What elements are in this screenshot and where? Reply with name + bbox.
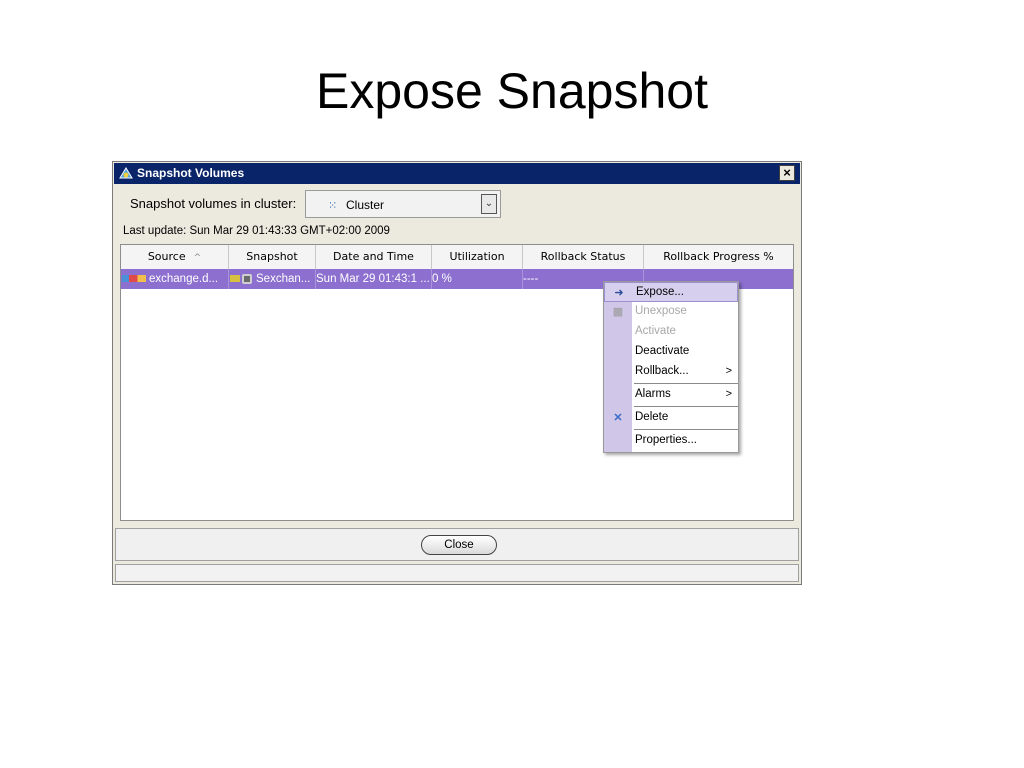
- column-header-date-time[interactable]: Date and Time: [316, 245, 432, 269]
- cell-snapshot: Sexchan...: [229, 269, 316, 289]
- menu-item-label: Activate: [635, 325, 676, 337]
- window-title: Snapshot Volumes: [137, 166, 245, 180]
- close-icon[interactable]: ×: [779, 165, 795, 181]
- menu-item-label: Expose...: [636, 286, 684, 298]
- delete-icon: ✕: [613, 412, 623, 424]
- menu-item-label: Unexpose: [635, 305, 687, 317]
- menu-separator: [634, 383, 738, 384]
- menu-item-label: Rollback...: [635, 365, 689, 377]
- menu-item-delete[interactable]: ✕ Delete: [604, 408, 738, 428]
- chevron-down-icon[interactable]: ⌄: [481, 194, 497, 214]
- cluster-select[interactable]: ⁙ Cluster ⌄: [305, 190, 501, 218]
- table-header: Source ^ Snapshot Date and Time Utilizati…: [121, 245, 793, 270]
- cell-source: exchange.d...: [121, 269, 229, 289]
- menu-item-properties[interactable]: Properties...: [604, 431, 738, 451]
- menu-item-alarms[interactable]: Alarms >: [604, 385, 738, 405]
- slide-title: Expose Snapshot: [316, 63, 708, 119]
- menu-item-label: Alarms: [635, 388, 671, 400]
- cell-date-time: Sun Mar 29 01:43:1 ...: [316, 269, 432, 289]
- column-header-snapshot[interactable]: Snapshot: [229, 245, 316, 269]
- cluster-select-value: Cluster: [346, 198, 385, 212]
- app-icon: [119, 167, 133, 179]
- menu-separator: [634, 406, 738, 407]
- snapshot-icon: [242, 273, 252, 284]
- cluster-label: Snapshot volumes in cluster:: [130, 196, 297, 211]
- context-menu: ➜ Expose... ▩ Unexpose Activate Deactiva…: [603, 281, 739, 453]
- column-header-rollback-progress[interactable]: Rollback Progress %: [644, 245, 793, 269]
- unexpose-icon: ▩: [612, 306, 624, 318]
- chevron-right-icon: >: [725, 388, 732, 400]
- menu-item-deactivate[interactable]: Deactivate: [604, 342, 738, 362]
- window-titlebar[interactable]: Snapshot Volumes ×: [114, 163, 800, 184]
- volume-icon: [122, 275, 146, 283]
- menu-item-expose[interactable]: ➜ Expose...: [604, 282, 738, 302]
- menu-item-unexpose[interactable]: ▩ Unexpose: [604, 302, 738, 322]
- cluster-icon: ⁙: [328, 200, 338, 212]
- snapshot-volume-icon: [230, 275, 240, 283]
- expose-icon: ➜: [614, 287, 624, 299]
- close-button[interactable]: Close: [421, 535, 497, 555]
- column-header-utilization[interactable]: Utilization: [432, 245, 523, 269]
- menu-item-label: Deactivate: [635, 345, 690, 357]
- cell-utilization: 0 %: [432, 269, 523, 289]
- sort-ascending-icon: ^: [193, 253, 202, 263]
- menu-item-label: Properties...: [635, 434, 697, 446]
- button-panel: Close: [115, 528, 799, 561]
- column-header-rollback-status[interactable]: Rollback Status: [523, 245, 644, 269]
- chevron-right-icon: >: [725, 365, 732, 377]
- menu-item-activate[interactable]: Activate: [604, 322, 738, 342]
- column-header-source[interactable]: Source ^: [121, 245, 229, 269]
- last-update-text: Last update: Sun Mar 29 01:43:33 GMT+02:…: [123, 225, 390, 237]
- menu-item-label: Delete: [635, 411, 669, 423]
- menu-separator: [634, 429, 738, 430]
- status-bar: [115, 564, 799, 582]
- menu-item-rollback[interactable]: Rollback... >: [604, 362, 738, 382]
